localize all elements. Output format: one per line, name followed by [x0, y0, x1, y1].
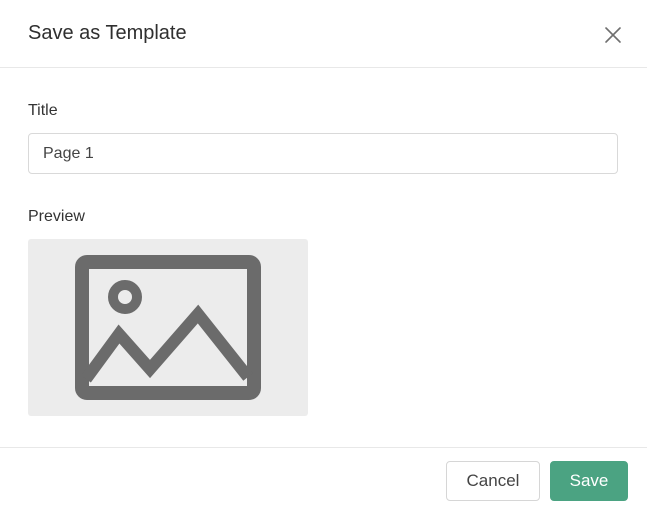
- dialog-header: Save as Template: [0, 0, 647, 68]
- title-label: Title: [28, 102, 58, 119]
- template-preview: [28, 239, 308, 416]
- save-template-dialog: Save as Template Title Preview Cancel Sa…: [0, 0, 647, 512]
- image-placeholder-icon: [75, 255, 261, 400]
- cancel-button[interactable]: Cancel: [446, 461, 540, 501]
- dialog-title: Save as Template: [28, 22, 187, 44]
- dialog-footer: Cancel Save: [0, 447, 647, 512]
- close-icon: [605, 27, 621, 43]
- title-input[interactable]: [28, 133, 618, 174]
- close-button[interactable]: [602, 24, 624, 46]
- preview-label: Preview: [28, 208, 85, 225]
- save-button[interactable]: Save: [550, 461, 628, 501]
